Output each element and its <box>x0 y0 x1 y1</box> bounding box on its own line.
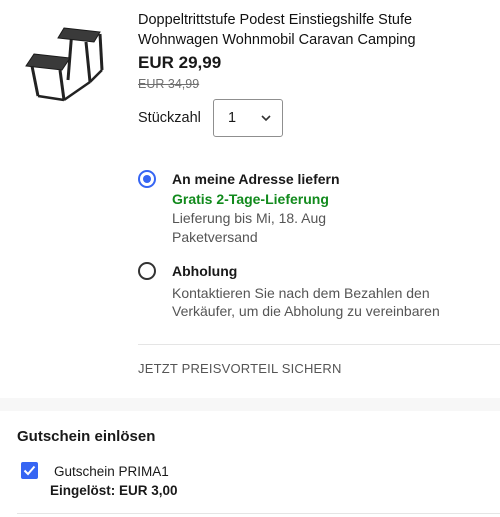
step-stool-icon <box>25 27 104 102</box>
radio-pickup[interactable] <box>138 262 156 280</box>
checkmark-icon <box>23 465 36 476</box>
promo-link[interactable]: JETZT PREISVORTEIL SICHERN <box>138 361 342 376</box>
voucher-redeemed-amount: Eingelöst: EUR 3,00 <box>50 483 178 498</box>
quantity-value: 1 <box>228 110 237 126</box>
divider <box>138 344 500 345</box>
product-price: EUR 29,99 <box>138 53 222 72</box>
product-title[interactable]: Doppeltrittstufe Podest Einstiegshilfe S… <box>138 10 478 50</box>
pickup-option-title[interactable]: Abholung <box>172 263 237 279</box>
voucher-name: Gutschein PRIMA1 <box>54 464 169 479</box>
radio-deliver-to-address[interactable] <box>138 170 156 188</box>
order-item-card: Doppeltrittstufe Podest Einstiegshilfe S… <box>0 0 500 398</box>
voucher-checkbox[interactable] <box>21 462 38 479</box>
quantity-select[interactable]: 1 <box>213 99 283 137</box>
divider <box>17 513 500 514</box>
product-image[interactable] <box>24 20 110 102</box>
pickup-info-line: Kontaktieren Sie nach dem Bezahlen den <box>172 285 430 301</box>
pickup-info-line: Verkäufer, um die Abholung zu vereinbare… <box>172 303 440 319</box>
chevron-down-icon <box>261 115 271 122</box>
delivery-option-title[interactable]: An meine Adresse liefern <box>172 171 340 187</box>
voucher-heading: Gutschein einlösen <box>17 428 156 445</box>
free-shipping-label: Gratis 2-Tage-Lieferung <box>172 191 329 207</box>
shipping-method: Paketversand <box>172 229 258 245</box>
delivery-date: Lieferung bis Mi, 18. Aug <box>172 210 327 226</box>
quantity-label: Stückzahl <box>138 110 201 126</box>
product-old-price: EUR 34,99 <box>138 77 200 91</box>
